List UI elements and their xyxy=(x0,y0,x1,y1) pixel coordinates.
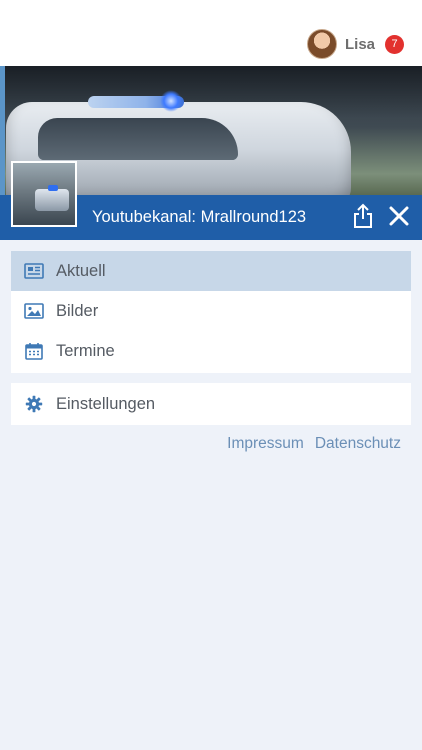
impressum-link[interactable]: Impressum xyxy=(227,435,304,453)
notification-badge[interactable]: 7 xyxy=(385,34,404,54)
top-bar: Lisa 7 xyxy=(0,0,422,66)
avatar[interactable] xyxy=(306,29,337,59)
menu-item-label: Einstellungen xyxy=(56,394,156,413)
user-profile[interactable]: Lisa 7 xyxy=(306,29,404,59)
menu-item-aktuell[interactable]: Aktuell xyxy=(11,251,411,291)
menu-item-label: Bilder xyxy=(56,301,99,320)
image-icon xyxy=(24,301,44,321)
settings-menu: Einstellungen xyxy=(11,383,411,425)
menu-item-termine[interactable]: Termine xyxy=(11,331,411,371)
menu-item-bilder[interactable]: Bilder xyxy=(11,291,411,331)
blue-light-flash xyxy=(160,90,182,112)
user-name[interactable]: Lisa xyxy=(345,36,375,53)
menu-item-einstellungen[interactable]: Einstellungen xyxy=(11,383,411,425)
share-button[interactable] xyxy=(352,203,374,229)
menu-item-label: Termine xyxy=(56,341,115,360)
main-menu: Aktuell Bilder Termine xyxy=(11,251,411,373)
footer-links: Impressum Datenschutz xyxy=(227,435,401,453)
close-icon xyxy=(389,206,409,226)
thumbnail-car xyxy=(35,189,69,211)
police-car-window xyxy=(38,118,238,160)
gear-icon xyxy=(24,394,44,414)
channel-title: Youtubekanal: Mrallround123 xyxy=(92,208,307,226)
calendar-icon xyxy=(24,341,44,361)
channel-thumbnail[interactable] xyxy=(11,161,77,227)
close-button[interactable] xyxy=(388,204,410,228)
datenschutz-link[interactable]: Datenschutz xyxy=(315,435,401,453)
news-icon xyxy=(24,261,44,281)
menu-item-label: Aktuell xyxy=(56,261,106,280)
share-icon xyxy=(354,203,372,228)
thumbnail-blue-light xyxy=(48,185,58,191)
